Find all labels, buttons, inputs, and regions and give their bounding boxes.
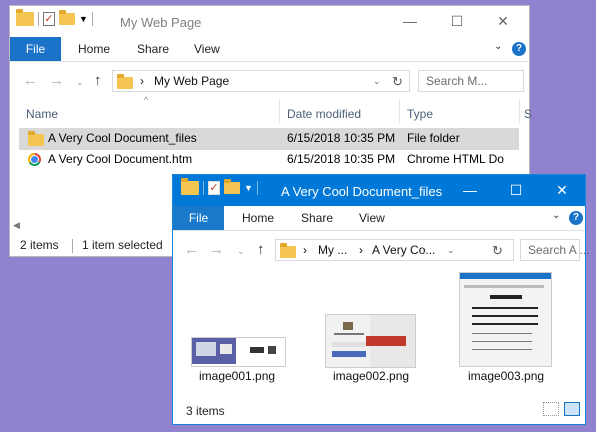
search-placeholder: Search A ... — [528, 243, 590, 257]
tab-share[interactable]: Share — [301, 206, 333, 230]
forward-arrow-icon[interactable]: → — [209, 241, 224, 258]
ribbon-tabs: File Home Share View ⌄ ? — [10, 37, 529, 62]
address-dropdown-icon[interactable]: ⌄ — [447, 245, 455, 256]
window-title: My Web Page — [120, 15, 202, 30]
file-row[interactable]: A Very Cool Document_files 6/15/2018 10:… — [19, 128, 519, 150]
file-date: 6/15/2018 10:35 PM — [287, 152, 396, 166]
folder-icon — [181, 178, 199, 195]
new-folder-icon[interactable] — [59, 10, 75, 25]
status-selection: 1 item selected — [82, 238, 163, 252]
breadcrumb-document-files[interactable]: A Very Co... — [372, 243, 435, 257]
breadcrumb-separator[interactable]: › — [359, 243, 363, 257]
column-divider[interactable] — [279, 99, 280, 123]
ribbon-tabs: File Home Share View ⌄ ? — [173, 206, 585, 231]
maximize-button[interactable]: ☐ — [434, 6, 480, 37]
status-item-count: 2 items — [20, 238, 59, 252]
column-divider[interactable] — [399, 99, 400, 123]
divider — [256, 181, 258, 195]
tab-view[interactable]: View — [359, 206, 385, 230]
file-thumbnail-image002[interactable] — [325, 314, 416, 368]
customize-dropdown-icon[interactable]: ▼ — [79, 14, 88, 24]
tab-home[interactable]: Home — [78, 37, 110, 61]
refresh-icon[interactable]: ↻ — [492, 243, 503, 259]
scroll-left-icon[interactable]: ◀ — [13, 220, 20, 231]
large-icons-view-icon[interactable] — [564, 402, 580, 416]
properties-icon[interactable]: ✓ — [43, 12, 55, 26]
column-header-date-modified[interactable]: Date modified — [287, 107, 361, 121]
up-arrow-icon[interactable]: ↑ — [257, 241, 265, 258]
divider — [38, 12, 39, 26]
expand-ribbon-icon[interactable]: ⌄ — [494, 41, 502, 52]
close-button[interactable]: ✕ — [480, 6, 526, 37]
file-name[interactable]: image002.png — [333, 369, 409, 383]
folder-icon — [117, 74, 133, 89]
quick-access-toolbar: ✓ ▼ — [16, 9, 93, 26]
recent-locations-dropdown-icon[interactable]: ⌄ — [237, 246, 245, 257]
search-input[interactable]: Search A ... — [520, 239, 589, 261]
tab-home[interactable]: Home — [242, 206, 274, 230]
column-header-size[interactable]: S — [524, 107, 532, 121]
details-view-icon[interactable] — [543, 402, 559, 416]
tab-file[interactable]: File — [10, 37, 61, 61]
folder-icon — [28, 131, 44, 146]
breadcrumb-my-web-page[interactable]: My Web Page — [154, 74, 229, 88]
title-bar[interactable]: ✓ ▼ A Very Cool Document_files — ☐ ✕ — [173, 175, 585, 206]
file-name[interactable]: image001.png — [199, 369, 275, 383]
breadcrumb-my-web-page[interactable]: My ... — [318, 243, 347, 257]
new-folder-icon[interactable] — [224, 179, 240, 194]
file-thumbnail-image003[interactable] — [459, 272, 552, 367]
back-arrow-icon[interactable]: ← — [184, 241, 199, 258]
folder-icon — [16, 9, 34, 26]
explorer-window-document-files[interactable]: ✓ ▼ A Very Cool Document_files — ☐ ✕ Fil… — [172, 174, 589, 425]
window-title: A Very Cool Document_files — [281, 184, 443, 199]
help-button[interactable]: ? — [512, 42, 526, 56]
recent-locations-dropdown-icon[interactable]: ⌄ — [76, 77, 84, 88]
folder-icon — [280, 243, 296, 258]
tab-share[interactable]: Share — [137, 37, 169, 61]
status-item-count: 3 items — [186, 404, 225, 418]
breadcrumb-separator[interactable]: › — [140, 74, 144, 88]
maximize-button[interactable]: ☐ — [493, 175, 539, 206]
navigation-bar: ← → ⌄ ↑ › My ... › A Very Co... ⌄ ↻ Sear… — [173, 231, 589, 269]
address-bar[interactable]: › My ... › A Very Co... ⌄ ↻ — [275, 239, 514, 261]
expand-ribbon-icon[interactable]: ⌄ — [552, 210, 560, 221]
divider — [72, 239, 73, 253]
search-input[interactable]: Search M... — [418, 70, 524, 92]
quick-access-toolbar: ✓ ▼ — [181, 178, 258, 195]
column-header-name[interactable]: Name — [26, 107, 58, 121]
column-divider[interactable] — [519, 99, 520, 123]
customize-dropdown-icon[interactable]: ▼ — [244, 183, 253, 193]
close-button[interactable]: ✕ — [539, 175, 585, 206]
tab-view[interactable]: View — [194, 37, 220, 61]
properties-icon[interactable]: ✓ — [208, 181, 220, 195]
forward-arrow-icon[interactable]: → — [49, 72, 64, 89]
file-name: A Very Cool Document_files — [48, 131, 197, 145]
file-thumbnail-image001[interactable] — [191, 337, 286, 367]
address-bar[interactable]: › My Web Page ⌄ ↻ — [112, 70, 410, 92]
file-name[interactable]: image003.png — [468, 369, 544, 383]
title-bar[interactable]: ✓ ▼ My Web Page — ☐ ✕ — [10, 6, 529, 37]
refresh-icon[interactable]: ↻ — [392, 74, 403, 90]
file-row[interactable]: A Very Cool Document.htm 6/15/2018 10:35… — [19, 149, 519, 171]
sort-indicator-icon: ^ — [144, 95, 149, 105]
up-arrow-icon[interactable]: ↑ — [94, 72, 102, 89]
divider — [203, 181, 204, 195]
help-button[interactable]: ? — [569, 211, 583, 225]
file-date: 6/15/2018 10:35 PM — [287, 131, 396, 145]
minimize-button[interactable]: — — [387, 6, 433, 37]
breadcrumb-separator[interactable]: › — [303, 243, 307, 257]
search-placeholder: Search M... — [426, 74, 488, 88]
navigation-bar: ← → ⌄ ↑ › My Web Page ⌄ ↻ Search M... — [10, 62, 529, 100]
minimize-button[interactable]: — — [447, 175, 493, 206]
chrome-icon — [28, 153, 41, 166]
back-arrow-icon[interactable]: ← — [23, 72, 38, 89]
file-type: File folder — [407, 131, 460, 145]
divider — [91, 12, 93, 26]
tab-file[interactable]: File — [173, 206, 224, 230]
file-type: Chrome HTML Do — [407, 152, 504, 166]
column-header-type[interactable]: Type — [407, 107, 433, 121]
file-name: A Very Cool Document.htm — [48, 152, 193, 166]
address-dropdown-icon[interactable]: ⌄ — [373, 76, 381, 87]
